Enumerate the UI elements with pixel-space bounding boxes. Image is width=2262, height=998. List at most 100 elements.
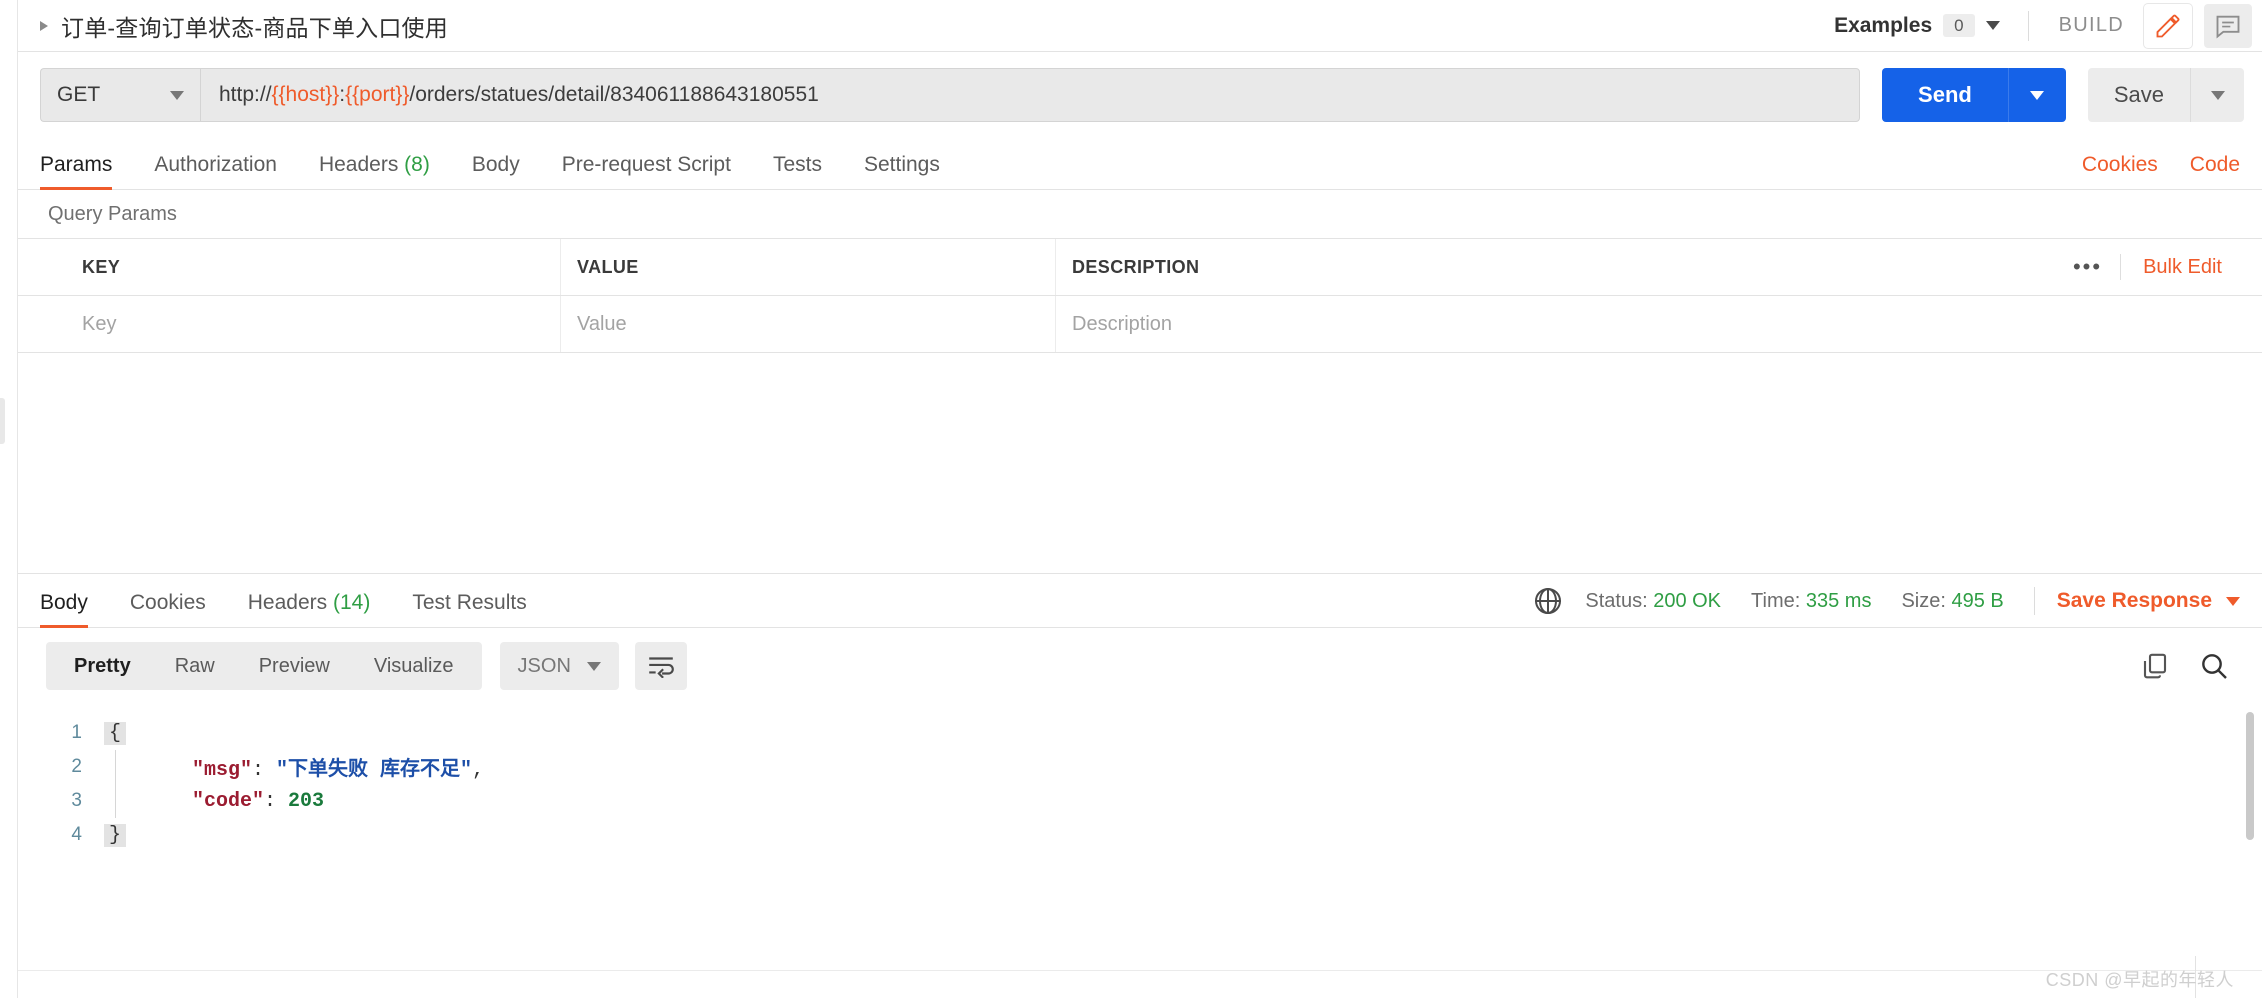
- left-rail: [0, 0, 18, 998]
- code-token-key: "code": [192, 789, 265, 813]
- sidebar-resize-handle[interactable]: [0, 398, 5, 444]
- cookies-link[interactable]: Cookies: [2082, 153, 2158, 177]
- request-header: 订单-查询订单状态-商品下单入口使用 Examples 0 BUILD: [18, 0, 2262, 52]
- bulk-edit-button[interactable]: Bulk Edit: [2121, 256, 2246, 279]
- tab-settings[interactable]: Settings: [864, 153, 940, 189]
- page-title: 订单-查询订单状态-商品下单入口使用: [61, 14, 448, 41]
- save-group: Save: [2087, 68, 2244, 122]
- tab-params[interactable]: Params: [40, 153, 113, 190]
- column-label: KEY: [82, 256, 121, 277]
- tab-authorization[interactable]: Authorization: [154, 153, 277, 189]
- more-options-icon[interactable]: •••: [2055, 256, 2120, 278]
- code-fold-marker[interactable]: }: [104, 823, 126, 847]
- response-scrollbar-thumb[interactable]: [2246, 712, 2254, 840]
- chevron-down-icon[interactable]: [2226, 596, 2240, 606]
- description-placeholder: Description: [1072, 312, 1173, 335]
- examples-dropdown[interactable]: Examples 0: [1828, 14, 2006, 38]
- send-options-button[interactable]: [2007, 68, 2066, 122]
- save-button[interactable]: Save: [2087, 68, 2190, 122]
- save-options-button[interactable]: [2190, 68, 2244, 122]
- word-wrap-button[interactable]: [634, 642, 687, 690]
- row-checkbox-cell[interactable]: [18, 296, 66, 352]
- time-value: 335 ms: [1805, 589, 1872, 612]
- code-line: 2 "msg": "下单失败 库存不足",: [18, 750, 2262, 784]
- column-label: VALUE: [577, 256, 639, 277]
- url-input[interactable]: http://{{host}}:{{port}}/orders/statues/…: [200, 68, 1861, 122]
- code-fold-marker[interactable]: {: [104, 721, 126, 745]
- header-actions: Examples 0 BUILD: [1828, 0, 2262, 51]
- postman-window: 订单-查询订单状态-商品下单入口使用 Examples 0 BUILD GET …: [0, 0, 2262, 998]
- build-button[interactable]: BUILD: [2051, 14, 2132, 37]
- tab-tests[interactable]: Tests: [773, 153, 822, 189]
- pane-splitter[interactable]: [18, 530, 2262, 574]
- examples-count-badge: 0: [1943, 14, 1975, 37]
- time-badge: Time: 335 ms: [1751, 590, 1871, 613]
- status-badge: Status: 200 OK: [1585, 590, 1721, 613]
- view-preview[interactable]: Preview: [237, 642, 352, 690]
- tab-label: Pre-request Script: [561, 153, 731, 176]
- response-view-group: Pretty Raw Preview Visualize: [46, 642, 482, 690]
- send-button[interactable]: Send: [1882, 68, 2008, 122]
- row-key-input[interactable]: Key: [66, 296, 561, 352]
- url-variable-port: {{port}}: [345, 83, 410, 106]
- size-badge: Size: 495 B: [1901, 590, 2003, 613]
- tab-body[interactable]: Body: [472, 153, 520, 189]
- line-number: 1: [71, 722, 82, 743]
- view-raw[interactable]: Raw: [153, 642, 237, 690]
- format-select[interactable]: JSON: [499, 642, 619, 690]
- response-tab-body[interactable]: Body: [40, 591, 88, 628]
- code-link[interactable]: Code: [2190, 153, 2240, 177]
- view-pretty[interactable]: Pretty: [52, 642, 153, 690]
- comments-button[interactable]: [2204, 3, 2252, 48]
- response-tab-headers[interactable]: Headers (14): [248, 591, 371, 627]
- search-icon[interactable]: [2198, 650, 2230, 682]
- chevron-down-icon: [170, 90, 184, 100]
- url-scheme: http://: [219, 83, 272, 106]
- query-params-title: Query Params: [48, 202, 177, 225]
- code-line: 1{: [18, 716, 2262, 750]
- line-number: 2: [71, 756, 82, 777]
- code-line: 4}: [18, 818, 2262, 852]
- row-description-input[interactable]: Description: [1056, 296, 2262, 352]
- status-divider: [2033, 587, 2035, 615]
- response-tab-cookies[interactable]: Cookies: [130, 591, 206, 627]
- code-indent-guide: [104, 784, 126, 818]
- tab-label: Test Results: [412, 591, 527, 614]
- response-tab-test-results[interactable]: Test Results: [412, 591, 526, 627]
- response-body-toolbar: Pretty Raw Preview Visualize JSON: [18, 628, 2262, 704]
- code-token-str: "下单失败 库存不足": [276, 759, 473, 782]
- caret-right-icon[interactable]: [40, 20, 48, 31]
- table-header-actions: ••• Bulk Edit: [2055, 254, 2246, 280]
- format-label: JSON: [517, 654, 571, 677]
- http-method-label: GET: [57, 83, 101, 106]
- status-label: Status:: [1585, 589, 1648, 612]
- code-text: "code": 203: [126, 790, 324, 813]
- tab-count: (14): [332, 591, 371, 614]
- row-value-input[interactable]: Value: [561, 296, 1056, 352]
- code-text: "msg": "下单失败 库存不足",: [126, 752, 484, 782]
- http-method-select[interactable]: GET: [40, 68, 200, 122]
- response-body-viewer[interactable]: 1{2 "msg": "下单失败 库存不足", 3 "code": 203 4}: [18, 704, 2262, 998]
- tab-label: Body: [40, 591, 88, 614]
- copy-icon[interactable]: [2140, 651, 2170, 681]
- column-header-key: KEY: [66, 239, 561, 295]
- comment-icon: [2216, 15, 2240, 38]
- size-value: 495 B: [1951, 589, 2004, 612]
- url-variable-host: {{host}}: [271, 83, 340, 106]
- tab-label: Headers: [247, 591, 328, 614]
- code-lines: 1{2 "msg": "下单失败 库存不足", 3 "code": 203 4}: [18, 704, 2262, 852]
- edit-request-button[interactable]: [2144, 3, 2192, 48]
- examples-label: Examples: [1834, 13, 1933, 37]
- request-title-wrap: 订单-查询订单状态-商品下单入口使用: [18, 9, 448, 43]
- table-row[interactable]: Key Value Description: [18, 296, 2262, 353]
- chevron-down-icon: [1985, 21, 2000, 30]
- url-path: /orders/statues/detail/83406118864318055…: [409, 83, 819, 106]
- tab-headers[interactable]: Headers (8): [319, 153, 430, 189]
- line-number: 4: [71, 824, 82, 845]
- chevron-down-icon: [586, 661, 601, 671]
- view-visualize[interactable]: Visualize: [352, 642, 476, 690]
- tab-pre-request-script[interactable]: Pre-request Script: [562, 153, 731, 189]
- save-response-button[interactable]: Save Response: [2057, 589, 2212, 613]
- header-checkbox-cell: [18, 239, 66, 295]
- request-tabs-right: Cookies Code: [2050, 153, 2262, 189]
